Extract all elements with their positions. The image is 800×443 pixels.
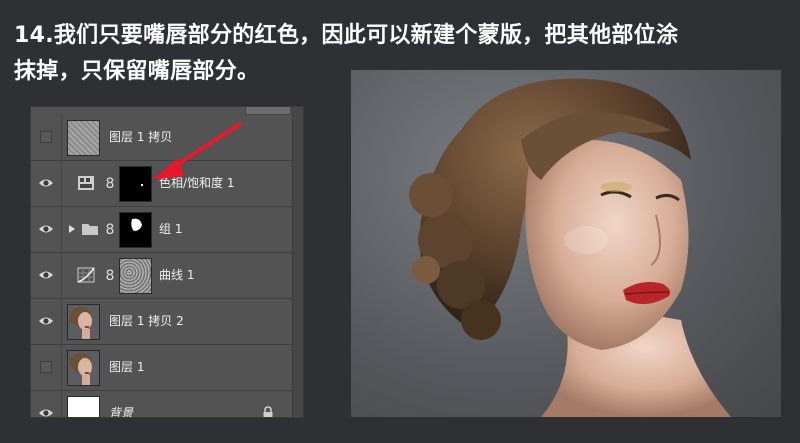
layer-thumbnail xyxy=(67,120,100,156)
visibility-column[interactable] xyxy=(31,207,62,252)
layer-row-background[interactable]: 背景 xyxy=(31,391,292,418)
hue-saturation-adjustment-icon xyxy=(78,176,94,190)
layer-row-layer1[interactable]: 图层 1 xyxy=(31,345,292,391)
visibility-column[interactable] xyxy=(31,345,62,390)
layer-name: 图层 1 拷贝 xyxy=(109,130,173,144)
layer-name: 曲线 1 xyxy=(159,268,195,282)
layer-name: 背景 xyxy=(109,406,134,418)
visibility-toggle-off[interactable] xyxy=(40,361,52,373)
eye-icon[interactable] xyxy=(38,315,54,327)
visibility-column[interactable] xyxy=(31,161,62,206)
layer-mask-thumbnail[interactable] xyxy=(119,166,152,202)
link-icon[interactable]: 8 xyxy=(105,221,115,239)
layer-thumbnail xyxy=(67,350,100,386)
layer-mask-thumbnail[interactable] xyxy=(119,258,152,294)
visibility-column[interactable] xyxy=(31,253,62,298)
layer-thumbnail xyxy=(67,304,100,340)
visibility-column[interactable] xyxy=(31,115,62,160)
layer-row-curves[interactable]: 8 曲线 1 xyxy=(31,253,292,299)
eye-icon[interactable] xyxy=(38,223,54,235)
layers-panel: 图层 1 拷贝 8 色相/饱和度 1 8 组 1 8 曲线 1 图层 1 拷贝 … xyxy=(30,106,304,418)
layer-row-layer1-copy[interactable]: 图层 1 拷贝 xyxy=(31,115,292,161)
curves-adjustment-icon xyxy=(77,267,95,283)
mask-shape xyxy=(131,218,142,231)
layer-mask-thumbnail[interactable] xyxy=(119,212,152,248)
mask-dot xyxy=(141,184,143,186)
eye-icon[interactable] xyxy=(38,407,54,418)
visibility-column[interactable] xyxy=(31,391,62,418)
link-icon[interactable]: 8 xyxy=(105,175,115,193)
layer-row-hue-saturation[interactable]: 8 色相/饱和度 1 xyxy=(31,161,292,207)
layers-scrollbar[interactable] xyxy=(292,107,303,417)
portrait-thumbnail-image xyxy=(70,307,92,339)
layer-thumbnail xyxy=(67,396,100,417)
caption-line-1: 14.我们只要嘴唇部分的红色，因此可以新建个蒙版，把其他部位涂 xyxy=(14,23,679,48)
layer-name: 图层 1 xyxy=(109,360,145,374)
layer-row-group[interactable]: 8 组 1 xyxy=(31,207,292,253)
layer-name: 色相/饱和度 1 xyxy=(159,176,235,190)
eye-icon[interactable] xyxy=(38,269,54,281)
portrait-photo xyxy=(351,70,781,417)
link-icon[interactable]: 8 xyxy=(105,267,115,285)
folder-icon xyxy=(82,224,98,235)
portrait-thumbnail-image xyxy=(70,353,92,385)
layer-name: 组 1 xyxy=(159,222,183,236)
layer-row-layer1-copy2[interactable]: 图层 1 拷贝 2 xyxy=(31,299,292,345)
layer-name: 图层 1 拷贝 2 xyxy=(109,314,184,328)
lock-icon[interactable] xyxy=(261,406,275,418)
eye-icon[interactable] xyxy=(38,177,54,189)
visibility-column[interactable] xyxy=(31,299,62,344)
panel-header-button[interactable] xyxy=(245,107,291,115)
triangle-right-icon[interactable] xyxy=(68,224,76,234)
portrait-illustration xyxy=(409,78,731,417)
visibility-toggle-off[interactable] xyxy=(40,131,52,143)
